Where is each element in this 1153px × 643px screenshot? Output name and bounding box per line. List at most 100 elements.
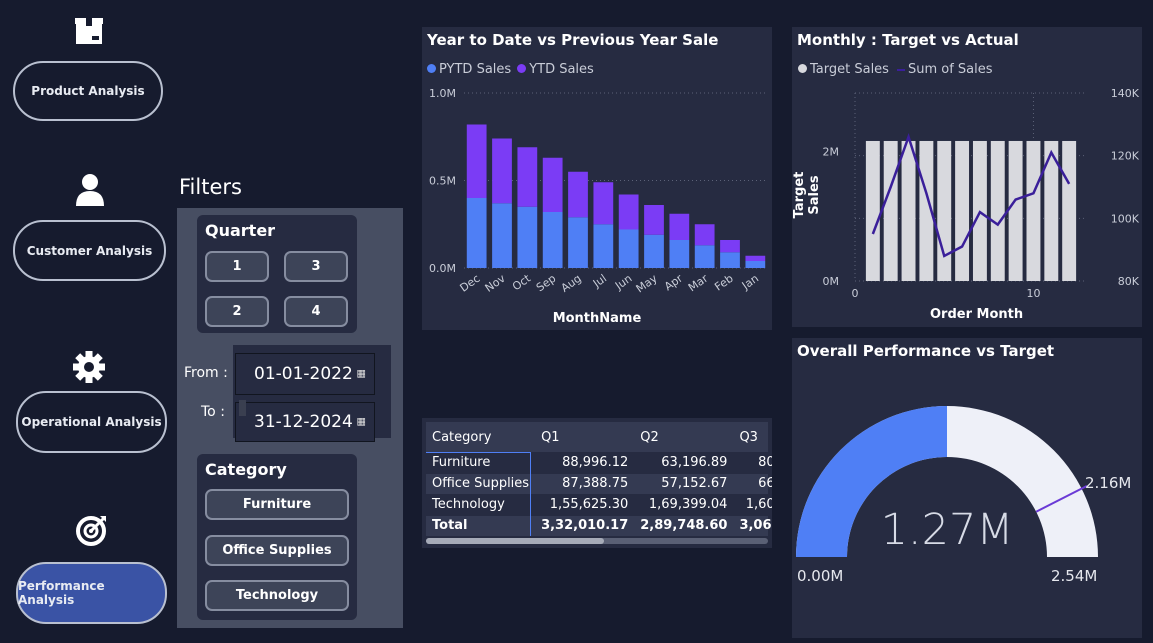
- category-matrix: Category Q1 Q2 Q3 Furniture 88,996.12 63…: [426, 422, 772, 536]
- bar: [542, 212, 563, 268]
- nav-label: Customer Analysis: [26, 243, 153, 258]
- calendar-icon[interactable]: ▦: [357, 417, 366, 428]
- matrix-cell: 3,06,620: [739, 518, 772, 533]
- to-label: To :: [201, 404, 225, 420]
- bar: [492, 138, 512, 204]
- bar: [694, 245, 715, 268]
- matrix-header-cell[interactable]: Q3: [733, 422, 772, 452]
- category-office-supplies-button[interactable]: Office Supplies: [205, 535, 349, 566]
- x-tick-label: Aug: [559, 272, 584, 295]
- x-tick-label: Jul: [590, 272, 609, 291]
- matrix-header-cell[interactable]: Q2: [634, 422, 733, 452]
- bar: [542, 157, 563, 212]
- nav-operational-analysis-button[interactable]: Operational Analysis: [16, 391, 167, 453]
- x-tick-label: May: [634, 272, 660, 296]
- bar: [593, 224, 614, 268]
- ytd-chart-plot: 0.0M 0.5M 1.0M Dec Nov Oct Sep Aug Jul Jun May Apr M…: [429, 87, 768, 296]
- category-furniture-button[interactable]: Furniture: [205, 489, 349, 520]
- from-date-input[interactable]: 01-01-2022 ▦: [235, 353, 375, 395]
- x-tick-label: Jun: [612, 272, 634, 293]
- bar: [720, 240, 740, 253]
- matrix-cell: 57,152.67: [661, 476, 728, 491]
- quarter-3-button[interactable]: 3: [284, 251, 348, 282]
- table-row: Furniture 88,996.12 63,196.89 80,085: [426, 452, 772, 473]
- category-title: Category: [205, 460, 287, 479]
- date-scroll-handle[interactable]: [239, 400, 246, 416]
- bar: [720, 252, 740, 268]
- category-slicer: Category Furniture Office Supplies Techn…: [197, 454, 357, 620]
- x-tick-label: Apr: [662, 272, 685, 294]
- x-tick-label: 0: [852, 287, 859, 300]
- x-tick-label: Dec: [457, 272, 482, 295]
- x-tick-label: Mar: [686, 272, 711, 295]
- calendar-icon[interactable]: ▦: [357, 369, 366, 380]
- gear-icon: [73, 351, 105, 383]
- y-right-tick-label: 100K: [1111, 212, 1140, 225]
- monthly-ylabel: Target Sales: [792, 171, 822, 219]
- matrix-scrollbar-thumb[interactable]: [426, 538, 604, 544]
- x-tick-label: Nov: [483, 272, 508, 295]
- bar: [466, 198, 487, 268]
- box-icon: [75, 18, 103, 44]
- y-tick-label: 0.5M: [429, 175, 456, 188]
- y-left-tick-label: 0M: [823, 275, 840, 288]
- matrix-cell: Furniture: [432, 455, 491, 470]
- matrix-cell: 1,69,399.04: [648, 497, 728, 512]
- nav-product-analysis-button[interactable]: Product Analysis: [13, 61, 163, 121]
- quarter-slicer: Quarter 1 3 2 4: [197, 215, 357, 333]
- nav-customer-analysis-button[interactable]: Customer Analysis: [13, 220, 166, 281]
- target-bar: [955, 140, 970, 281]
- nav-performance-analysis-button[interactable]: Performance Analysis: [16, 562, 167, 624]
- target-bar: [990, 140, 1005, 281]
- quarter-4-button[interactable]: 4: [284, 296, 348, 327]
- table-total-row: Total 3,32,010.17 2,89,748.60 3,06,620: [426, 515, 772, 536]
- target-bar: [1062, 140, 1077, 281]
- bar: [694, 224, 715, 246]
- y-right-tick-label: 140K: [1111, 87, 1140, 100]
- target-bar: [883, 140, 898, 281]
- table-row: Technology 1,55,625.30 1,69,399.04 1,60,…: [426, 494, 772, 515]
- bar: [669, 240, 690, 268]
- matrix-cell: Total: [432, 518, 468, 533]
- from-date-value: 01-01-2022: [254, 364, 353, 384]
- quarter-title: Quarter: [205, 221, 276, 240]
- bar: [644, 205, 664, 235]
- category-matrix-panel: Category Q1 Q2 Q3 Furniture 88,996.12 63…: [422, 418, 772, 548]
- matrix-cell: 2,89,748.60: [640, 518, 728, 533]
- matrix-cell: 88,996.12: [562, 455, 629, 470]
- matrix-header-row: Category Q1 Q2 Q3: [426, 422, 772, 452]
- bar: [745, 255, 766, 261]
- matrix-cell: 3,32,010.17: [541, 518, 629, 533]
- monthly-xlabel: Order Month: [930, 307, 1024, 322]
- bar: [745, 261, 766, 268]
- target-bar: [1008, 140, 1023, 281]
- to-date-value: 31-12-2024: [254, 412, 353, 432]
- to-date-input[interactable]: 31-12-2024 ▦: [235, 402, 375, 442]
- matrix-cell: Office Supplies: [432, 476, 530, 491]
- matrix-cell: 1,55,625.30: [549, 497, 629, 512]
- filters-title: Filters: [179, 175, 242, 199]
- matrix-scrollbar-track[interactable]: [426, 538, 768, 544]
- y-right-tick-label: 120K: [1111, 150, 1140, 163]
- matrix-header-cell[interactable]: Q1: [535, 422, 634, 452]
- x-tick-label: Feb: [712, 272, 735, 294]
- y-tick-label: 0.0M: [429, 262, 456, 275]
- matrix-cell: 1,60,194: [745, 497, 772, 512]
- bar: [593, 182, 614, 225]
- x-tick-label: Oct: [510, 271, 534, 293]
- bar: [618, 229, 639, 268]
- matrix-header-cell[interactable]: Category: [426, 422, 535, 452]
- quarter-2-button[interactable]: 2: [205, 296, 269, 327]
- gauge-value: 1.27M: [880, 505, 1014, 555]
- quarter-1-button[interactable]: 1: [205, 251, 269, 282]
- bar: [568, 171, 588, 218]
- matrix-cell: 66,339: [758, 476, 772, 491]
- ytd-chart-panel: Year to Date vs Previous Year Sale PYTD …: [422, 27, 772, 330]
- bar: [492, 203, 512, 268]
- target-icon: [76, 516, 106, 546]
- gauge-min-label: 0.00M: [797, 567, 844, 585]
- category-technology-button[interactable]: Technology: [205, 580, 349, 611]
- bar: [517, 206, 538, 268]
- monthly-chart-panel: Monthly : Target vs Actual Target Sales …: [792, 27, 1142, 327]
- bar: [466, 124, 487, 198]
